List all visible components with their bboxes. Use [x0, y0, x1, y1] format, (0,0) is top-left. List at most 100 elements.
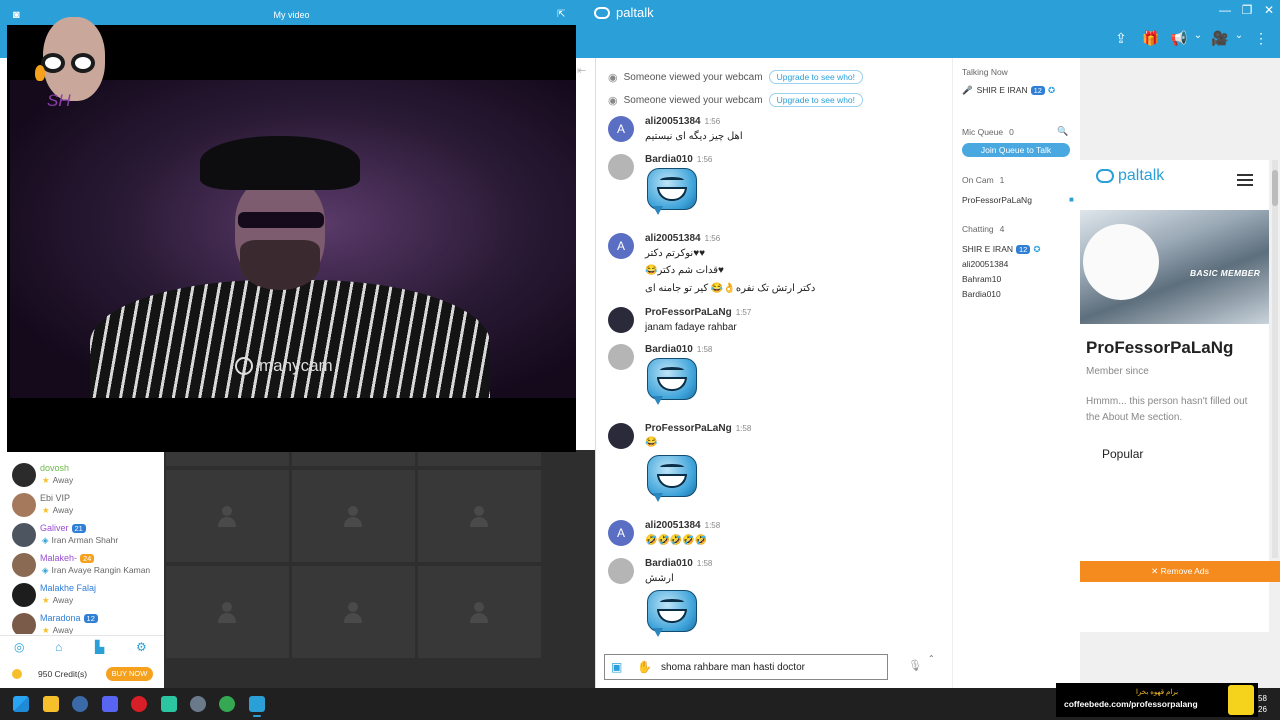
announce-dropdown-icon[interactable]: ⌄ [1186, 30, 1210, 41]
more-options-icon[interactable]: ⋮ [1249, 30, 1273, 47]
close-button[interactable]: ✕ [1259, 3, 1279, 17]
video-slot[interactable] [292, 566, 415, 658]
empty-user-icon [218, 506, 236, 528]
message-author[interactable]: ali20051384 1:58 [645, 520, 720, 531]
system-message: ◉ Someone viewed your webcam Upgrade to … [608, 93, 864, 107]
video-slot[interactable] [166, 470, 289, 562]
settings-icon[interactable]: ⚙ [136, 640, 147, 654]
avatar[interactable]: A [608, 233, 634, 259]
contact-item[interactable]: Ebi VIP ★ Away [0, 490, 164, 520]
contact-name: Galiver 21 [40, 523, 86, 533]
avatar[interactable] [608, 558, 634, 584]
mute-icon[interactable]: ✋ [637, 660, 652, 674]
video-slot[interactable] [292, 470, 415, 562]
video-slot[interactable] [418, 450, 541, 466]
verified-icon: ✪ [1033, 244, 1041, 254]
chatting-user[interactable]: ali20051384 [962, 259, 1008, 269]
avatar[interactable] [608, 154, 634, 180]
contact-item[interactable]: Malakeh- 24 ◈ Iran Avaye Rangin Kaman [0, 550, 164, 580]
buy-now-button[interactable]: BUY NOW [106, 667, 153, 681]
chatting-user[interactable]: Bahram10 [962, 274, 1001, 284]
message-author[interactable]: ali20051384 1:56 [645, 233, 720, 244]
avatar[interactable] [608, 344, 634, 370]
share-icon[interactable]: ⇪ [1109, 30, 1133, 47]
message-text: ارشش [645, 573, 674, 584]
opera-icon[interactable] [131, 696, 147, 712]
video-dropdown-icon[interactable]: ⌄ [1227, 30, 1251, 41]
search-icon[interactable]: 🔍 [1057, 126, 1068, 137]
popular-tab[interactable]: Popular [1100, 445, 1146, 463]
gift-icon[interactable]: ▣ [611, 660, 622, 674]
upgrade-link[interactable]: Upgrade to see who! [768, 93, 864, 107]
avatar[interactable]: A [608, 520, 634, 546]
chrome-icon[interactable] [219, 696, 235, 712]
contact-name: dovosh [40, 463, 70, 473]
mic-muted-icon[interactable]: 🎙 [908, 659, 922, 672]
message-input[interactable] [661, 659, 881, 675]
minimize-button[interactable]: — [1215, 3, 1235, 17]
profile-name: ProFessorPaLaNg [1086, 338, 1234, 357]
popout-icon[interactable]: ⇱ [557, 9, 565, 20]
maximize-button[interactable]: ❐ [1237, 3, 1257, 17]
remove-ads-button[interactable]: ✕ Remove Ads [1080, 561, 1280, 582]
discord-icon[interactable] [102, 696, 118, 712]
eye-icon: ◉ [608, 94, 618, 107]
contact-item[interactable]: Galiver 21 ◈ Iran Arman Shahr [0, 520, 164, 550]
avatar[interactable]: A [608, 116, 634, 142]
join-queue-button[interactable]: Join Queue to Talk [962, 143, 1070, 157]
contacts-panel: dovosh ★ Away Ebi VIP ★ Away Galiver 21 ◈ Ir… [0, 450, 164, 688]
chat-message: ProFessorPaLaNg 1:57 janam fadaye rahbar [608, 307, 948, 335]
chatting-user[interactable]: SHIR E IRAN 12 ✪ [962, 244, 1040, 255]
clock-time: 58 [1258, 694, 1267, 703]
message-author[interactable]: ali20051384 1:56 [645, 116, 720, 127]
collapse-arrow-icon[interactable]: ⇤ [577, 64, 586, 77]
avatar [12, 463, 36, 487]
avatar[interactable] [608, 423, 634, 449]
paltalk-taskbar-icon[interactable] [249, 696, 265, 717]
laughing-sticker-icon [645, 453, 699, 505]
contact-item[interactable]: Maradona 12 ★ Away [0, 610, 164, 634]
file-explorer-icon[interactable] [43, 696, 59, 712]
message-author[interactable]: Bardia010 1:56 [645, 154, 712, 165]
explore-icon[interactable]: ◎ [14, 640, 24, 654]
video-slot[interactable] [292, 450, 415, 466]
gift-icon[interactable]: 🎁 [1139, 30, 1163, 47]
on-cam-user[interactable]: ProFessorPaLaNg ■ [962, 195, 1080, 205]
video-slot[interactable] [418, 470, 541, 562]
contact-item[interactable]: Malakhe Falaj ★ Away [0, 580, 164, 610]
home-icon[interactable]: ⌂ [55, 640, 62, 654]
my-video-window[interactable]: ◙ My video ⇱ manycam SH [7, 7, 576, 452]
upgrade-link[interactable]: Upgrade to see who! [768, 70, 864, 84]
message-author[interactable]: ProFessorPaLaNg 1:57 [645, 307, 751, 318]
message-author[interactable]: ProFessorPaLaNg 1:58 [645, 423, 751, 434]
away-dot-icon: ★ [42, 505, 50, 515]
chatting-user[interactable]: Bardia010 [962, 289, 1001, 299]
app-icon[interactable] [161, 696, 177, 712]
avatar[interactable] [608, 307, 634, 333]
video-slot[interactable] [166, 566, 289, 658]
start-menu-icon[interactable] [13, 696, 29, 712]
profile-header: paltalk [1080, 160, 1269, 210]
message-author[interactable]: Bardia010 1:58 [645, 344, 712, 355]
message-time: 1:56 [704, 117, 721, 126]
talking-now-user[interactable]: 🎤 SHIR E IRAN 12 ✪ [962, 85, 1055, 96]
message-author[interactable]: Bardia010 1:58 [645, 558, 712, 569]
message-composer: ▣ ✋ [604, 654, 888, 680]
empty-user-icon [344, 602, 362, 624]
video-slot[interactable] [418, 566, 541, 658]
app-title: paltalk [616, 5, 654, 20]
on-cam-header: On Cam 1 [962, 175, 1005, 185]
video-slot[interactable] [166, 450, 289, 466]
stats-icon[interactable]: ▙ [95, 640, 104, 654]
webcam-person-body [90, 280, 490, 398]
vip-badge: 12 [1016, 245, 1031, 254]
profile-scrollbar[interactable] [1272, 160, 1278, 558]
scrollbar-thumb[interactable] [1272, 170, 1278, 206]
chevron-up-icon[interactable]: ⌃ [928, 654, 935, 663]
message-time: 1:58 [696, 559, 713, 568]
fire-icon [35, 65, 45, 81]
contact-item[interactable]: dovosh ★ Away [0, 460, 164, 490]
settings-app-icon[interactable] [190, 696, 206, 712]
hamburger-menu-icon[interactable] [1237, 174, 1253, 186]
steam-icon[interactable] [72, 696, 88, 712]
